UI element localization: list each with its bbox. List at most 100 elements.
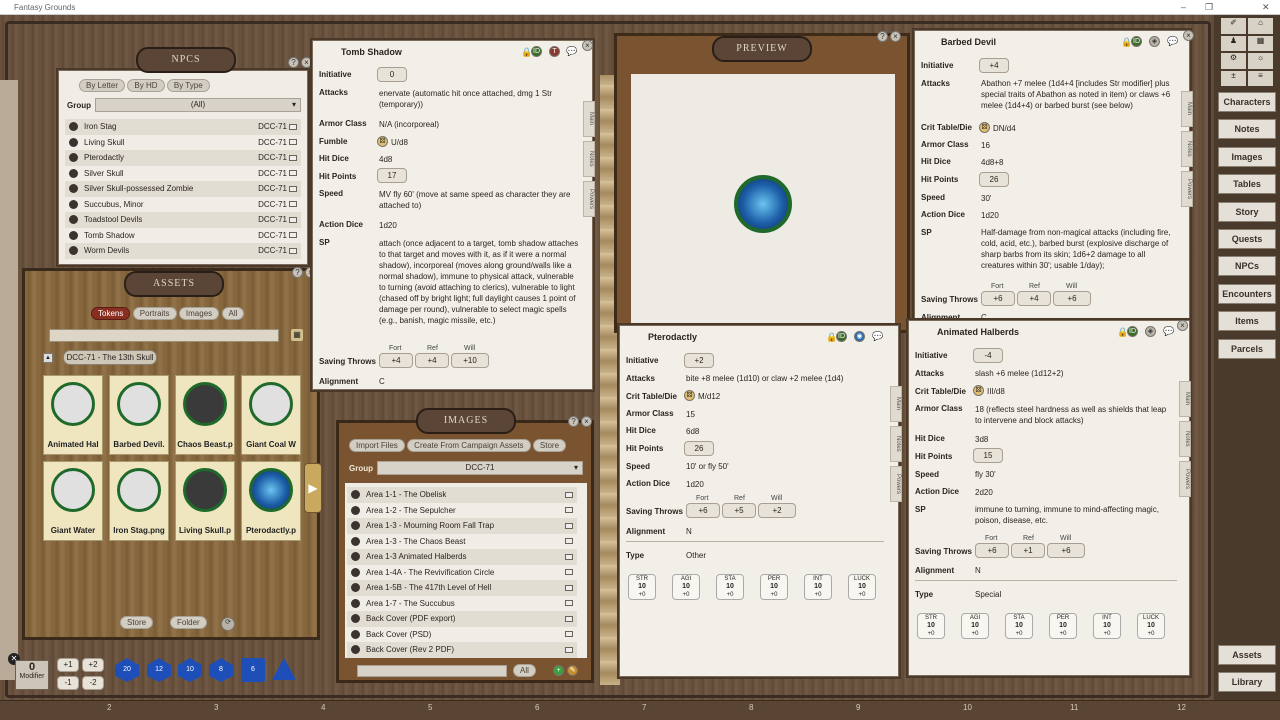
images-group-select[interactable]: DCC-71 ▾ [377,461,583,475]
tab-tokens[interactable]: Tokens [91,307,131,320]
link-icon[interactable] [289,139,297,146]
ptero-hitdice[interactable]: 6d8 [686,426,699,437]
barbed-crit[interactable]: DN/d4 [993,123,1016,134]
sidebar-item-images[interactable]: Images [1218,146,1276,167]
tomb-fumble[interactable]: U/d8 [391,137,408,148]
ptero-initiative[interactable]: +2 [684,353,714,368]
link-icon[interactable] [289,247,297,254]
tomb-initiative[interactable]: 0 [377,67,407,82]
assets-folder[interactable]: DCC-71 - The 13th Skull [63,350,157,365]
dice-icon[interactable]: ⚄ [684,390,695,401]
attribute-box[interactable]: LUCK 10 +0 [848,574,876,600]
preview-close-button[interactable]: × [890,31,901,42]
lighting-icon[interactable]: ☼ [1248,53,1273,69]
sidebar-item-items[interactable]: Items [1218,311,1276,332]
attribute-box[interactable]: STR 10 +0 [917,613,945,639]
link-icon[interactable] [289,170,297,177]
link-icon[interactable] [565,491,573,498]
ptero-speed[interactable]: 10' or fly 50' [686,461,729,472]
token-tile[interactable]: Living Skull.p [175,461,235,541]
token-tile[interactable]: Giant Water [43,461,103,541]
id-icon[interactable]: ID [1127,326,1138,337]
ptero-crit[interactable]: M/d12 [698,391,720,402]
filter-by-hd[interactable]: By HD [127,79,165,92]
list-item[interactable]: Area 1-2 - The Sepulcher [347,503,577,519]
close-button[interactable]: ✕ [1262,2,1270,13]
modifier-box[interactable]: 0 Modifier [15,660,49,690]
tab-notes[interactable]: Notes [1181,131,1193,167]
tomb-alignment[interactable]: C [379,376,385,387]
tab-main[interactable]: Main [1179,381,1191,417]
list-item[interactable]: Silver Skull-possessed Zombie DCC-71 [65,181,301,197]
token-tile[interactable]: Pterodactly.p [241,461,301,541]
tab-main[interactable]: Main [1181,91,1193,127]
ptero-fort[interactable]: +6 [686,503,720,518]
list-item[interactable]: Succubus, Minor DCC-71 [65,197,301,213]
halberd-hp[interactable]: 15 [973,448,1003,463]
token-tile[interactable]: Iron Stag.png [109,461,169,541]
barbed-hp[interactable]: 26 [979,172,1009,187]
list-item[interactable]: Area 1-4A - The Revivification Circle [347,565,577,581]
halberd-close-button[interactable]: × [1177,320,1188,331]
barbed-action[interactable]: 1d20 [981,210,999,221]
ptero-attacks[interactable]: bite +8 melee (1d10) or claw +2 melee (1… [686,373,886,384]
halberd-initiative[interactable]: -4 [973,348,1003,363]
create-from-assets-button[interactable]: Create From Campaign Assets [407,439,531,452]
filter-by-letter[interactable]: By Letter [79,79,126,92]
d6-icon[interactable]: 6 [241,658,265,682]
attribute-box[interactable]: AGI 10 +0 [672,574,700,600]
halberd-sp[interactable]: immune to turning, immune to mind-affect… [975,504,1175,526]
link-icon[interactable] [289,123,297,130]
tomb-speed[interactable]: MV fly 60' (move at same speed as charac… [379,189,579,211]
tomb-armor[interactable]: N/A (incorporeal) [379,119,439,130]
images-close-button[interactable]: × [581,416,592,427]
plus-one-button[interactable]: +1 [57,658,79,672]
add-icon[interactable]: + [553,665,564,676]
barbed-will[interactable]: +6 [1053,291,1091,306]
tab-portraits[interactable]: Portraits [132,307,177,320]
link-icon[interactable] [565,569,573,576]
calendar-icon[interactable]: ▦ [1248,35,1273,51]
images-all-button[interactable]: All [513,664,536,677]
list-item[interactable]: Area 1-3 - The Chaos Beast [347,534,577,550]
list-item[interactable]: Silver Skull DCC-71 [65,166,301,182]
attribute-box[interactable]: AGI 10 +0 [961,613,989,639]
sidebar-item-library[interactable]: Library [1218,672,1276,692]
sidebar-item-characters[interactable]: Characters [1218,92,1276,112]
halberd-hitdice[interactable]: 3d8 [975,434,988,445]
attribute-box[interactable]: INT 10 +0 [804,574,832,600]
import-files-button[interactable]: Import Files [349,439,405,452]
attribute-box[interactable]: PER 10 +0 [760,574,788,600]
list-item[interactable]: Back Cover (PDF export) [347,611,577,627]
link-icon[interactable] [289,232,297,239]
pointer-icon[interactable]: ✐ [1221,18,1246,34]
maximize-button[interactable]: ❐ [1205,2,1213,13]
npcs-group-select[interactable]: (All) ▾ [95,98,301,112]
tab-all[interactable]: All [221,307,245,320]
grid-icon[interactable]: ▦ [291,329,303,341]
link-icon[interactable] [565,553,573,560]
list-item[interactable]: Toadstool Devils DCC-71 [65,212,301,228]
token-tile[interactable]: Chaos Beast.p [175,375,235,455]
link-icon[interactable] [565,584,573,591]
link-icon[interactable] [565,507,573,514]
edit-icon[interactable]: ✎ [567,665,578,676]
ptero-type[interactable]: Other [686,550,706,561]
id-icon[interactable]: ID [836,331,847,342]
attribute-box[interactable]: PER 10 +0 [1049,613,1077,639]
refresh-icon[interactable]: ⟳ [221,617,235,631]
dice-icon[interactable]: ⚄ [973,385,984,396]
attribute-box[interactable]: INT 10 +0 [1093,613,1121,639]
npcs-close-button[interactable]: × [301,57,312,68]
barbed-ref[interactable]: +4 [1017,291,1051,306]
barbed-close-button[interactable]: × [1183,30,1194,41]
id-icon[interactable]: ID [531,46,542,57]
attribute-box[interactable]: STA 10 +0 [1005,613,1033,639]
minus-two-button[interactable]: -2 [82,676,104,690]
halberd-speed[interactable]: fly 30' [975,469,996,480]
party-icon[interactable]: ♟ [1221,35,1246,51]
token-tile[interactable]: Giant Coal W [241,375,301,455]
token-icon[interactable]: ◈ [1145,326,1156,337]
images-help-button[interactable]: ? [568,416,579,427]
list-item[interactable]: Tomb Shadow DCC-71 [65,228,301,244]
